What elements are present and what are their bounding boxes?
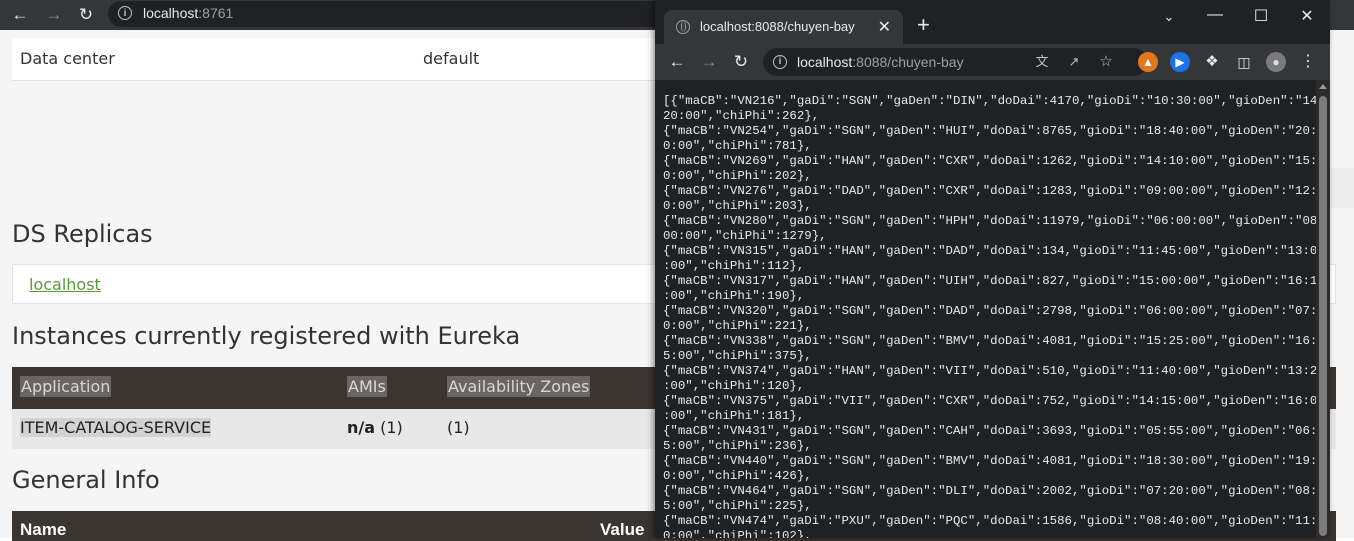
address-path: :8088/chuyen-bay bbox=[852, 54, 964, 70]
reload-icon[interactable]: ↻ bbox=[76, 5, 96, 25]
extension-play-icon[interactable]: ▶ bbox=[1170, 52, 1190, 72]
address-url: localhost:8761 bbox=[143, 5, 233, 21]
tab-title: localhost:8088/chuyen-bay bbox=[700, 19, 855, 34]
maximize-icon[interactable]: ☐ bbox=[1247, 6, 1275, 26]
scrollbar-thumb[interactable] bbox=[1319, 96, 1327, 536]
site-info-icon[interactable]: i bbox=[773, 55, 787, 69]
forward-arrow-icon[interactable]: → bbox=[698, 51, 720, 73]
tab-chuyen-bay[interactable]: localhost:8088/chuyen-bay ✕ bbox=[664, 10, 903, 44]
col-availability-zones: Availability Zones bbox=[447, 376, 591, 397]
kebab-menu-icon[interactable]: ⋮ bbox=[1298, 52, 1318, 72]
extensions-puzzle-icon[interactable]: ❖ bbox=[1202, 52, 1222, 72]
amis-cell: n/a (1) bbox=[347, 418, 403, 437]
bookmark-star-icon[interactable]: ☆ bbox=[1097, 53, 1115, 71]
scroll-up-arrow-icon[interactable] bbox=[1319, 84, 1327, 89]
reload-icon[interactable]: ↻ bbox=[730, 51, 752, 73]
new-tab-icon[interactable]: + bbox=[917, 14, 930, 36]
address-host: localhost bbox=[797, 54, 853, 70]
amis-count: (1) bbox=[380, 418, 403, 437]
data-center-value: default bbox=[423, 49, 480, 68]
metamask-extension-icon[interactable]: ▲ bbox=[1138, 52, 1158, 72]
popup-toolbar: ← → ↻ i localhost:8088/chuyen-bay 文 ↗ ☆ … bbox=[655, 44, 1330, 80]
application-name: ITEM-CATALOG-SERVICE bbox=[20, 418, 212, 437]
globe-icon bbox=[676, 20, 690, 34]
address-host: localhost bbox=[143, 5, 199, 21]
json-content-area: [{"maCB":"VN216","gaDi":"SGN","gaDen":"D… bbox=[655, 80, 1330, 538]
back-arrow-icon[interactable]: ← bbox=[666, 51, 688, 73]
address-url: localhost:8088/chuyen-bay bbox=[797, 54, 964, 70]
avatar[interactable]: ● bbox=[1266, 52, 1286, 72]
vertical-scrollbar[interactable] bbox=[1316, 80, 1330, 538]
zones-cell: (1) bbox=[447, 418, 470, 437]
general-info-heading: General Info bbox=[12, 466, 160, 494]
back-arrow-icon[interactable]: ← bbox=[10, 5, 30, 25]
col-application: Application bbox=[20, 376, 112, 397]
address-port: :8761 bbox=[198, 5, 234, 21]
amis-value: n/a bbox=[347, 418, 376, 437]
json-response-text: [{"maCB":"VN216","gaDi":"SGN","gaDen":"D… bbox=[663, 94, 1325, 538]
close-window-icon[interactable]: ✕ bbox=[1293, 6, 1321, 26]
ds-replicas-heading: DS Replicas bbox=[12, 220, 153, 248]
col-name: Name bbox=[20, 520, 67, 539]
popup-browser-window: localhost:8088/chuyen-bay ✕ + ⌄ — ☐ ✕ ← … bbox=[655, 0, 1330, 538]
side-panel-icon[interactable]: ◫ bbox=[1234, 52, 1254, 72]
replica-link[interactable]: localhost bbox=[29, 275, 101, 294]
instances-heading: Instances currently registered with Eure… bbox=[12, 322, 521, 350]
translate-icon[interactable]: 文 bbox=[1033, 53, 1051, 71]
data-center-row: Data center default bbox=[12, 38, 672, 81]
address-bar[interactable]: i localhost:8088/chuyen-bay 文 ↗ ☆ bbox=[763, 48, 1148, 76]
side-strip bbox=[1330, 168, 1354, 208]
forward-arrow-icon[interactable]: → bbox=[44, 5, 64, 25]
tab-search-chevron-icon[interactable]: ⌄ bbox=[1155, 9, 1183, 25]
minimize-icon[interactable]: — bbox=[1201, 6, 1229, 24]
share-icon[interactable]: ↗ bbox=[1065, 53, 1083, 71]
data-center-label: Data center bbox=[20, 49, 115, 68]
tab-strip: localhost:8088/chuyen-bay ✕ + ⌄ — ☐ ✕ bbox=[655, 0, 1330, 44]
col-value: Value bbox=[600, 520, 645, 539]
back-address-bar[interactable]: i localhost:8761 bbox=[108, 1, 668, 27]
close-tab-icon[interactable]: ✕ bbox=[878, 17, 891, 37]
col-amis: AMIs bbox=[347, 376, 387, 397]
site-info-icon[interactable]: i bbox=[118, 6, 132, 20]
